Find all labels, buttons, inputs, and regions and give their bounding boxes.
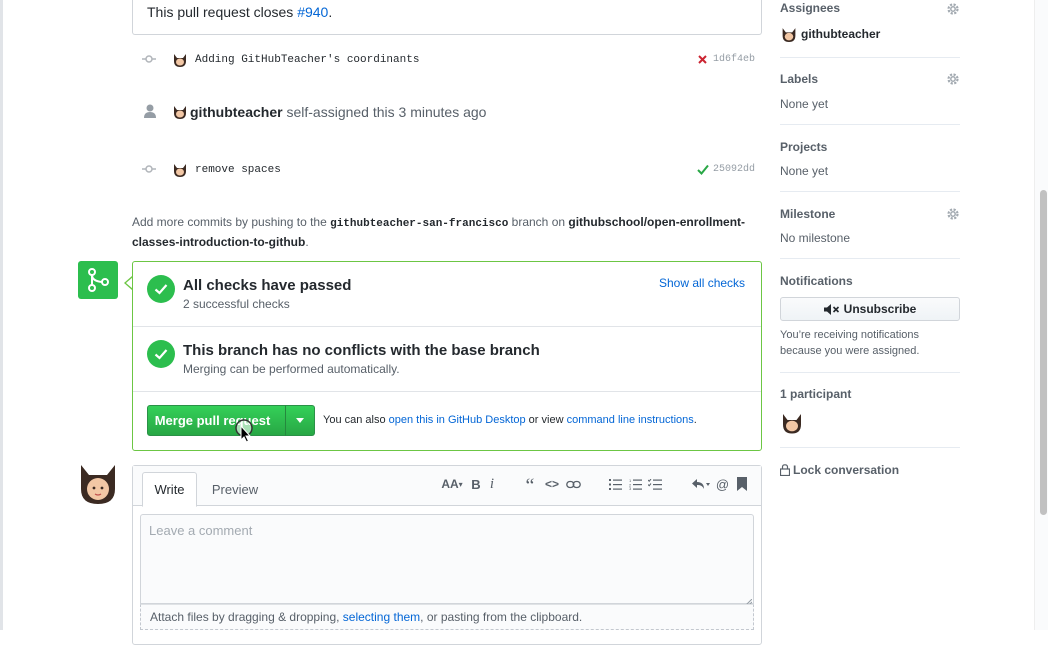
window-edge: [0, 0, 3, 630]
event-actor[interactable]: githubteacher: [190, 104, 283, 120]
also-suffix: .: [693, 414, 697, 426]
comment-placeholder: Leave a comment: [149, 523, 253, 538]
bookmark-icon[interactable]: [736, 475, 748, 493]
description-text: This pull request closes: [147, 4, 298, 20]
attach-files-bar[interactable]: Attach files by dragging & dropping, sel…: [140, 604, 754, 630]
link-icon[interactable]: [565, 475, 581, 493]
show-all-checks-link[interactable]: Show all checks: [659, 276, 745, 290]
lock-icon: [780, 464, 790, 476]
milestone-value: No milestone: [780, 231, 851, 245]
assignee-name[interactable]: githubteacher: [801, 27, 880, 41]
divider: [133, 391, 761, 392]
notifications-reason: You’re receiving notifications because y…: [780, 329, 920, 357]
reply-icon[interactable]: [691, 475, 711, 493]
lock-conversation-link[interactable]: Lock conversation: [780, 463, 899, 477]
pr-description: This pull request closes #940.: [132, 0, 762, 35]
commit-row: Adding GitHubTeacher's coordinants: [132, 48, 419, 72]
avatar[interactable]: [172, 52, 188, 68]
desktop-link[interactable]: open this in GitHub Desktop: [389, 414, 526, 426]
avatar[interactable]: [780, 26, 798, 43]
attach-suffix: , or pasting from the clipboard.: [420, 610, 583, 624]
labels-heading: Labels: [780, 72, 819, 86]
task-list-icon[interactable]: [647, 475, 662, 493]
avatar[interactable]: [172, 162, 188, 178]
header-text-tool[interactable]: AA ▾: [440, 475, 464, 493]
tab-write[interactable]: Write: [142, 472, 197, 507]
commit-row: remove spaces: [132, 158, 281, 182]
commit-icon: [140, 163, 158, 177]
svg-text:3: 3: [629, 486, 632, 490]
code-tool[interactable]: <>: [544, 475, 560, 493]
merge-method-dropdown[interactable]: [285, 405, 315, 436]
cli-instructions-link[interactable]: command line instructions: [567, 414, 694, 426]
milestone-heading: Milestone: [780, 207, 836, 221]
bold-tool[interactable]: B: [469, 475, 483, 493]
avatar[interactable]: [78, 463, 118, 505]
attach-prefix: Attach files by dragging & dropping,: [150, 610, 343, 624]
push-hint: Add more commits by pushing to the githu…: [132, 213, 762, 251]
issue-link[interactable]: #940: [297, 4, 328, 20]
select-files-link[interactable]: selecting them: [343, 610, 420, 624]
commit-sha[interactable]: 1d6f4eb: [713, 54, 755, 65]
divider: [780, 258, 960, 259]
labels-value: None yet: [780, 97, 829, 111]
divider: [780, 191, 960, 192]
check-circle-icon: [147, 275, 175, 303]
scrollbar-thumb[interactable]: [1040, 190, 1047, 515]
participants-heading: 1 participant: [780, 387, 852, 401]
projects-heading: Projects: [780, 140, 828, 154]
assignees-heading: Assignees: [780, 1, 841, 15]
avatar[interactable]: [172, 104, 188, 120]
divider: [780, 447, 960, 448]
tab-preview[interactable]: Preview: [200, 472, 270, 507]
mute-icon: [823, 303, 839, 315]
push-hint-middle: branch on: [508, 215, 569, 229]
gear-icon[interactable]: [946, 207, 960, 221]
gear-icon[interactable]: [946, 72, 960, 86]
git-merge-icon: [78, 261, 118, 299]
conflicts-title: This branch has no conflicts with the ba…: [183, 342, 540, 359]
merge-pull-request-button[interactable]: Merge pull request: [147, 405, 286, 436]
divider: [780, 372, 960, 373]
event-action: self-assigned this 3 minutes ago: [286, 104, 487, 120]
description-period: .: [328, 4, 333, 20]
unordered-list-icon[interactable]: [608, 475, 622, 493]
divider: [133, 326, 761, 327]
gear-icon[interactable]: [946, 2, 960, 16]
checks-subtitle: 2 successful checks: [183, 297, 290, 311]
divider: [780, 124, 960, 125]
assign-event: githubteacher self-assigned this 3 minut…: [190, 104, 486, 120]
quote-tool[interactable]: “: [522, 475, 538, 497]
notifications-heading: Notifications: [780, 274, 853, 288]
commit-icon: [140, 53, 158, 67]
mention-tool[interactable]: @: [715, 475, 730, 493]
person-icon: [144, 104, 156, 121]
x-icon[interactable]: [697, 53, 708, 68]
chevron-down-icon: [296, 418, 304, 423]
lock-label: Lock conversation: [793, 463, 900, 477]
projects-value: None yet: [780, 164, 829, 178]
checks-title: All checks have passed: [183, 277, 352, 294]
comment-textarea[interactable]: Leave a comment: [140, 514, 754, 604]
unsubscribe-label: Unsubscribe: [843, 302, 917, 316]
also-middle: or view: [525, 414, 567, 426]
ordered-list-icon[interactable]: 123: [628, 475, 642, 493]
conflicts-subtitle: Merging can be performed automatically.: [183, 362, 400, 376]
check-circle-icon: [147, 340, 175, 368]
italic-tool[interactable]: i: [486, 475, 498, 493]
also-prefix: You can also: [323, 414, 389, 426]
push-hint-prefix: Add more commits by pushing to the: [132, 215, 331, 229]
commit-message[interactable]: Adding GitHubTeacher's coordinants: [195, 54, 419, 66]
unsubscribe-button[interactable]: Unsubscribe: [780, 297, 960, 321]
push-hint-suffix: .: [305, 235, 309, 249]
check-icon[interactable]: [697, 163, 709, 178]
divider: [780, 57, 960, 58]
avatar[interactable]: [780, 411, 804, 435]
commit-message[interactable]: remove spaces: [195, 164, 281, 176]
merge-alternatives: You can also open this in GitHub Desktop…: [323, 414, 697, 426]
commit-sha[interactable]: 25092dd: [713, 164, 755, 175]
mouse-cursor: [233, 418, 255, 443]
branch-name: githubteacher-san-francisco: [330, 218, 509, 230]
